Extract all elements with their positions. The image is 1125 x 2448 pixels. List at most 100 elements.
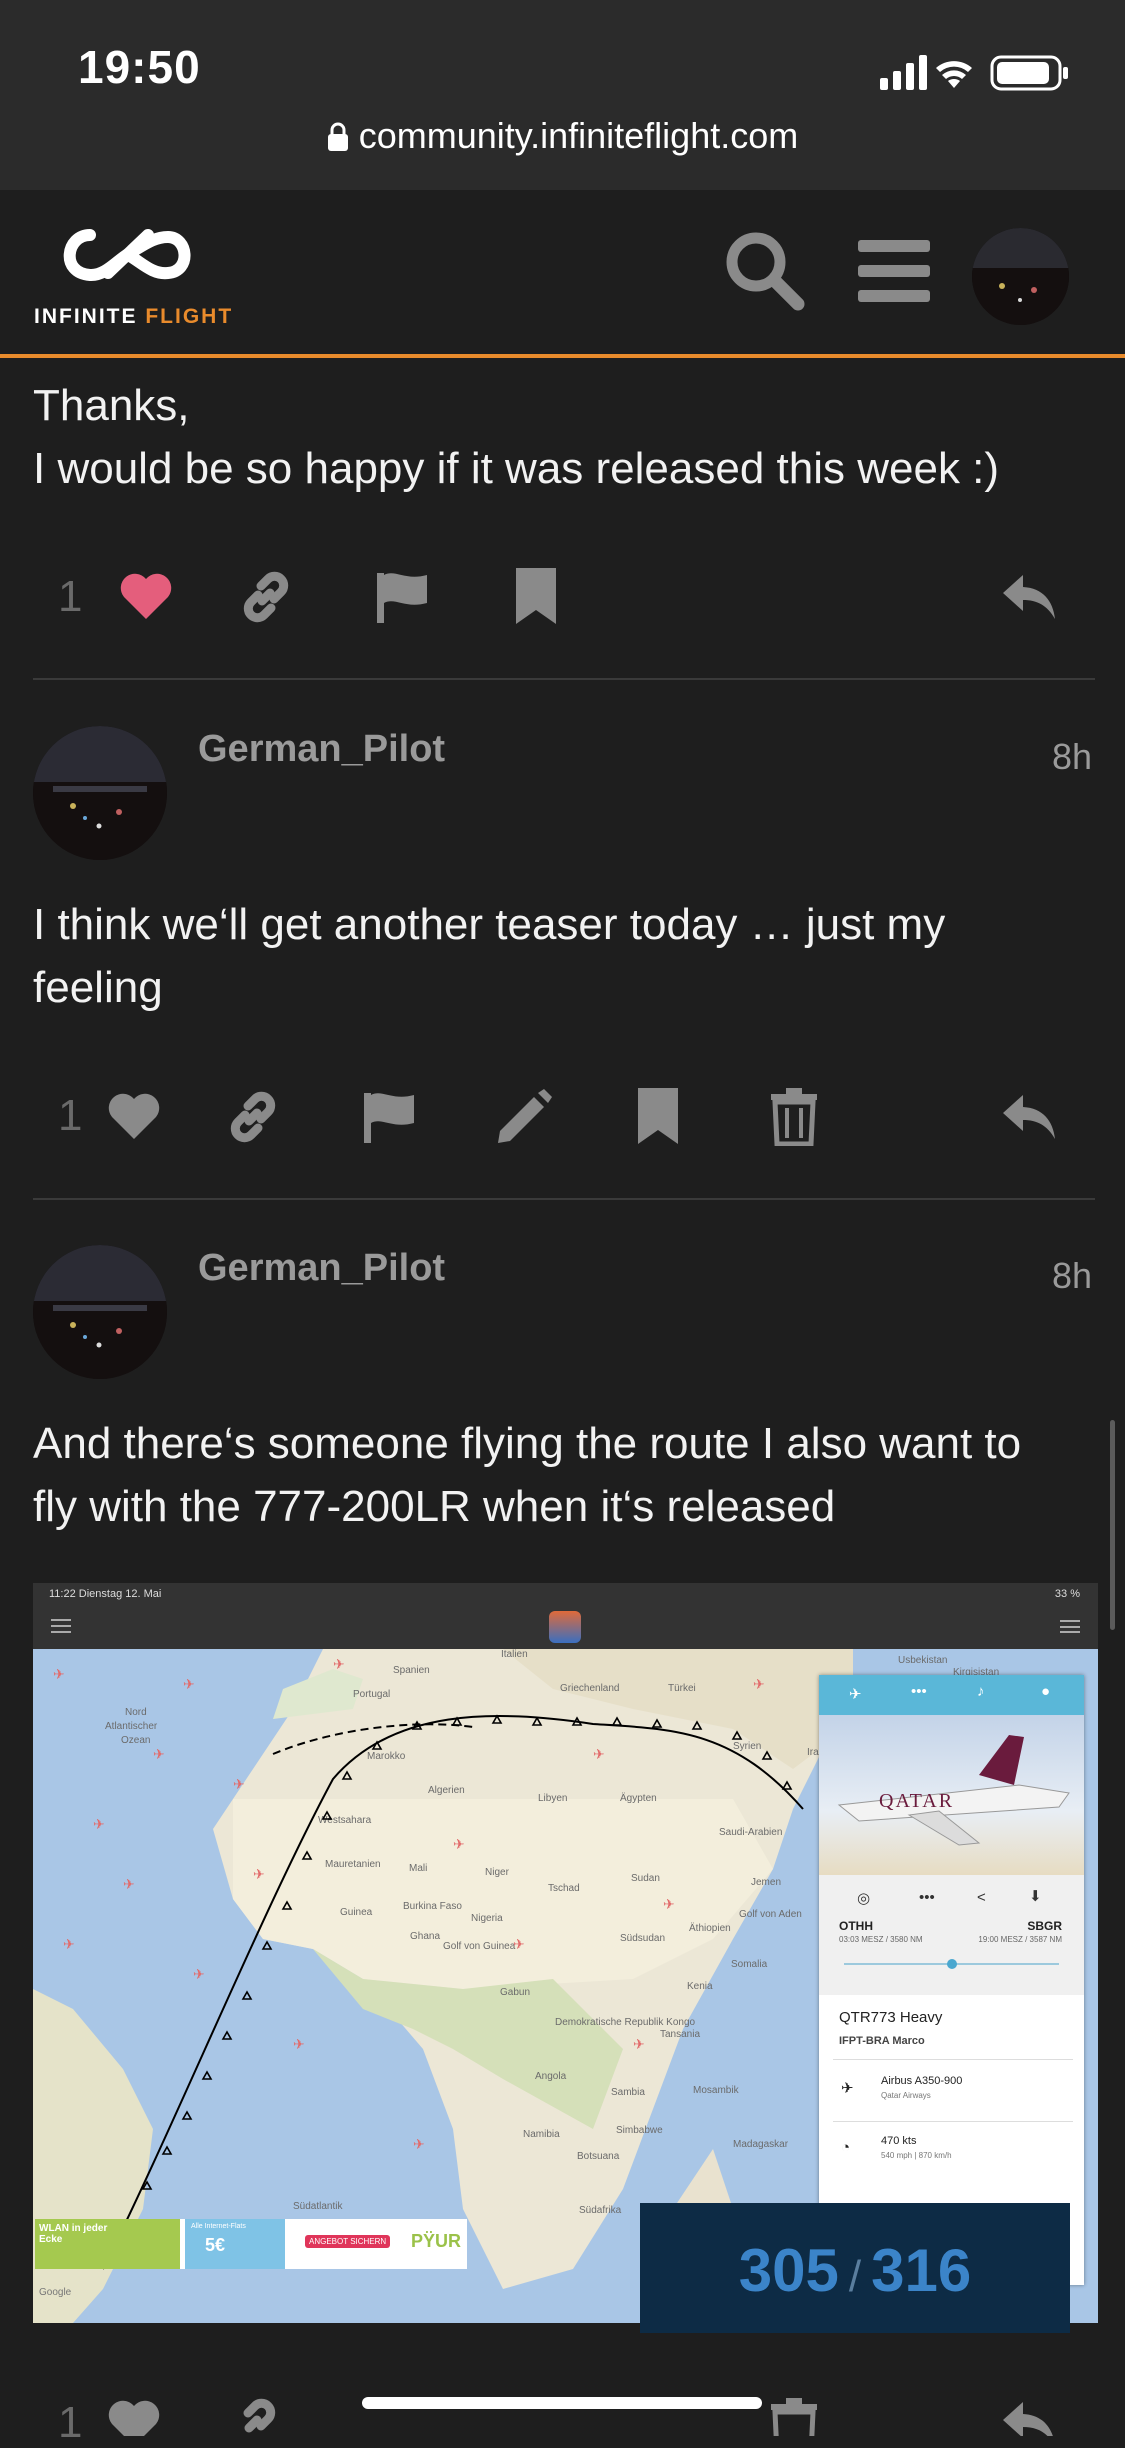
post-counter-label[interactable]: 305/316 [640, 2236, 1070, 2305]
url-text: community.infiniteflight.com [358, 115, 799, 156]
bookmark-icon[interactable] [516, 568, 556, 624]
aircraft-icon: ✈ [841, 2080, 854, 2097]
map-label: Mosambik [693, 2085, 740, 2096]
trash-icon[interactable] [771, 2398, 817, 2436]
post-counter-current: 305 [738, 2237, 839, 2304]
map-label: Botsuana [577, 2151, 620, 2162]
search-icon[interactable] [722, 228, 806, 312]
post-username[interactable]: German_Pilot [198, 728, 445, 771]
route-icon[interactable]: ••• [919, 1889, 935, 1906]
map-label: Nigeria [471, 1913, 503, 1924]
bell-tab-icon[interactable]: ♪ [977, 1683, 985, 1700]
embedded-settings-icon [1060, 1620, 1080, 1633]
flight-user: IFPT-BRA Marco [839, 2035, 925, 2047]
heart-icon[interactable] [118, 571, 174, 621]
svg-text:✈: ✈ [183, 1676, 195, 1692]
embedded-menu-icon [51, 1619, 71, 1633]
svg-text:✈: ✈ [663, 1896, 675, 1912]
aircraft-type: Airbus A350-900 [881, 2075, 963, 2087]
map-label: Ägypten [620, 1792, 657, 1804]
svg-text:✈: ✈ [333, 1656, 345, 1672]
target-icon[interactable]: ◎ [857, 1889, 870, 1907]
post-line: Thanks, [33, 381, 190, 430]
map-label: Simbabwe [616, 2125, 663, 2136]
ad-title: WLAN in jeder Ecke [39, 2223, 108, 2245]
plane-tab-icon[interactable]: ✈ [849, 1685, 862, 1703]
logo-text-infinite: INFINITE [34, 305, 138, 328]
origin-time: 03:03 MESZ / 3580 NM [839, 1935, 923, 1944]
destination-code: SBGR [1027, 1919, 1062, 1933]
map-label: Südsudan [620, 1933, 665, 1944]
map-label: Algerien [428, 1785, 465, 1796]
post-time[interactable]: 8h [1052, 1255, 1092, 1297]
flag-icon[interactable] [362, 1089, 416, 1145]
share-icon[interactable]: < [977, 1889, 986, 1906]
svg-text:✈: ✈ [753, 1676, 765, 1692]
map-label: Südafrika [579, 2205, 622, 2216]
reply-icon[interactable] [1001, 2400, 1057, 2436]
speed-value: 470 kts [881, 2135, 917, 2147]
map-label: Guinea [340, 1907, 373, 1918]
svg-text:✈: ✈ [233, 1776, 245, 1792]
user-avatar[interactable] [972, 228, 1069, 325]
logo-text-flight: FLIGHT [145, 305, 234, 328]
map-label: Tschad [548, 1883, 580, 1894]
map-label: Mali [409, 1863, 427, 1874]
post-time[interactable]: 8h [1052, 736, 1092, 778]
svg-text:✈: ✈ [93, 1816, 105, 1832]
like-count: 1 [58, 1091, 83, 1140]
ad-price-label: Alle Internet-Flats [191, 2223, 246, 2230]
airline-name: Qatar Airways [881, 2091, 931, 2100]
svg-text:✈: ✈ [453, 1836, 465, 1852]
ad-banner[interactable]: WLAN in jeder Ecke Alle Internet-Flats 5… [35, 2219, 467, 2269]
post-counter-total: 316 [871, 2237, 972, 2304]
avatar[interactable] [33, 726, 167, 860]
map-label: Gabun [500, 1987, 530, 1998]
browser-status-bar [0, 0, 1125, 190]
route-progress-marker [947, 1959, 957, 1969]
svg-text:✈: ✈ [153, 1746, 165, 1762]
map-label: Golf von Guinea [443, 1941, 516, 1952]
infinite-flight-logo-icon [63, 229, 191, 281]
hamburger-menu-icon[interactable] [858, 240, 930, 302]
flag-icon[interactable] [375, 569, 429, 625]
flight-card-tabs[interactable]: ✈ ••• ♪ ● [819, 1675, 1084, 1715]
flight-info-card[interactable]: ✈ ••• ♪ ● QATAR ◎ ••• < ⬇ OTHH SBGR 03:0… [819, 1675, 1084, 2285]
post-username[interactable]: German_Pilot [198, 1247, 445, 1290]
ad-brand: PŸUR [411, 2231, 462, 2251]
more-tab-icon[interactable]: ••• [911, 1683, 927, 1700]
site-logo[interactable]: INFINITE FLIGHT [34, 215, 234, 330]
svg-text:✈: ✈ [253, 1866, 265, 1882]
svg-text:✈: ✈ [53, 1666, 65, 1682]
reply-icon[interactable] [1001, 1093, 1057, 1141]
trash-icon[interactable] [771, 1088, 817, 1146]
route-section: ◎ ••• < ⬇ OTHH SBGR 03:03 MESZ / 3580 NM… [819, 1875, 1084, 1995]
link-icon[interactable] [225, 1089, 281, 1145]
bookmark-icon[interactable] [638, 1088, 678, 1144]
post-divider [33, 678, 1095, 680]
pencil-icon[interactable] [496, 1089, 552, 1145]
ad-cta-button[interactable]: ANGEBOT SICHERN [305, 2235, 391, 2248]
destination-time: 19:00 MESZ / 3587 NM [978, 1935, 1062, 1944]
map-label: Tansania [660, 2029, 700, 2040]
reply-icon[interactable] [1001, 573, 1057, 621]
link-icon[interactable] [238, 569, 294, 625]
like-count: 1 [58, 572, 83, 621]
map-label: Kenia [687, 1981, 713, 1992]
map-label: Demokratische Republik Kongo [555, 2017, 696, 2028]
svg-text:✈: ✈ [123, 1876, 135, 1892]
download-icon[interactable]: ⬇ [1029, 1887, 1042, 1905]
map-label: Syrien [733, 1741, 761, 1752]
svg-text:✈: ✈ [63, 1936, 75, 1952]
user-tab-icon[interactable]: ● [1041, 1683, 1050, 1700]
ad-price: 5€ [205, 2235, 226, 2255]
url-bar[interactable]: community.infiniteflight.com [0, 115, 1125, 157]
origin-code: OTHH [839, 1919, 873, 1933]
avatar[interactable] [33, 1245, 167, 1379]
link-icon[interactable] [225, 2396, 281, 2436]
heart-icon[interactable] [106, 1091, 162, 1141]
heart-icon[interactable] [106, 2398, 162, 2436]
home-indicator[interactable] [362, 2397, 762, 2409]
scrollbar-thumb[interactable] [1110, 1420, 1115, 1630]
post-line: I think we‘ll get another teaser today …… [33, 900, 946, 949]
